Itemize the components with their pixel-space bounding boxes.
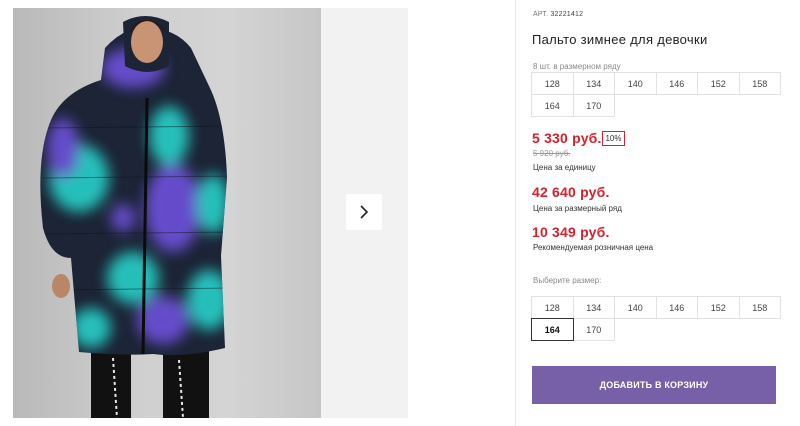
retail-price: 10 349 руб. [532,224,610,240]
size-option[interactable]: 146 [655,296,698,319]
article: АРТ. 32221412 [533,11,583,18]
product-photo[interactable] [13,8,321,418]
row-size-cell: 152 [697,72,740,95]
article-number: 32221412 [550,11,584,18]
row-size-grid: 128 134 140 146 152 158 164 170 [531,72,781,117]
size-select-label: Выберите размер: [533,276,602,285]
row-size-cell: 170 [572,94,615,117]
row-size-cell: 158 [738,72,781,95]
row-size-cell: 164 [531,94,574,117]
size-option[interactable]: 128 [531,296,574,319]
retail-price-caption: Рекомендуемая розничная цена [533,243,654,252]
unit-price: 5 330 руб. [532,130,602,146]
size-select-grid: 128 134 140 146 152 158 164 170 [531,296,781,341]
size-option[interactable]: 170 [572,318,615,341]
row-price-caption: Цена за размерный ряд [533,204,622,213]
chevron-right-icon [360,205,369,219]
article-label: АРТ. [533,11,549,18]
size-option[interactable]: 134 [572,296,615,319]
row-size-cell: 146 [655,72,698,95]
gallery-next-button[interactable] [346,194,382,230]
row-size-cell: 128 [531,72,574,95]
row-size-cell: 140 [614,72,657,95]
size-option[interactable]: 140 [614,296,657,319]
unit-price-caption: Цена за единицу [533,163,596,172]
row-price: 42 640 руб. [532,184,610,200]
product-image [40,16,228,418]
size-option[interactable]: 158 [738,296,781,319]
old-price: 5 920 руб. [533,149,571,158]
size-option[interactable]: 152 [697,296,740,319]
product-title: Пальто зимнее для девочки [532,32,708,47]
size-option-selected[interactable]: 164 [531,318,574,341]
discount-badge: 10% [602,131,625,146]
row-size-hint: 8 шт. в размерном ряду [533,62,621,71]
add-to-cart-button[interactable]: ДОБАВИТЬ В КОРЗИНУ [532,366,776,404]
row-size-cell: 134 [572,72,615,95]
column-divider [515,0,516,426]
